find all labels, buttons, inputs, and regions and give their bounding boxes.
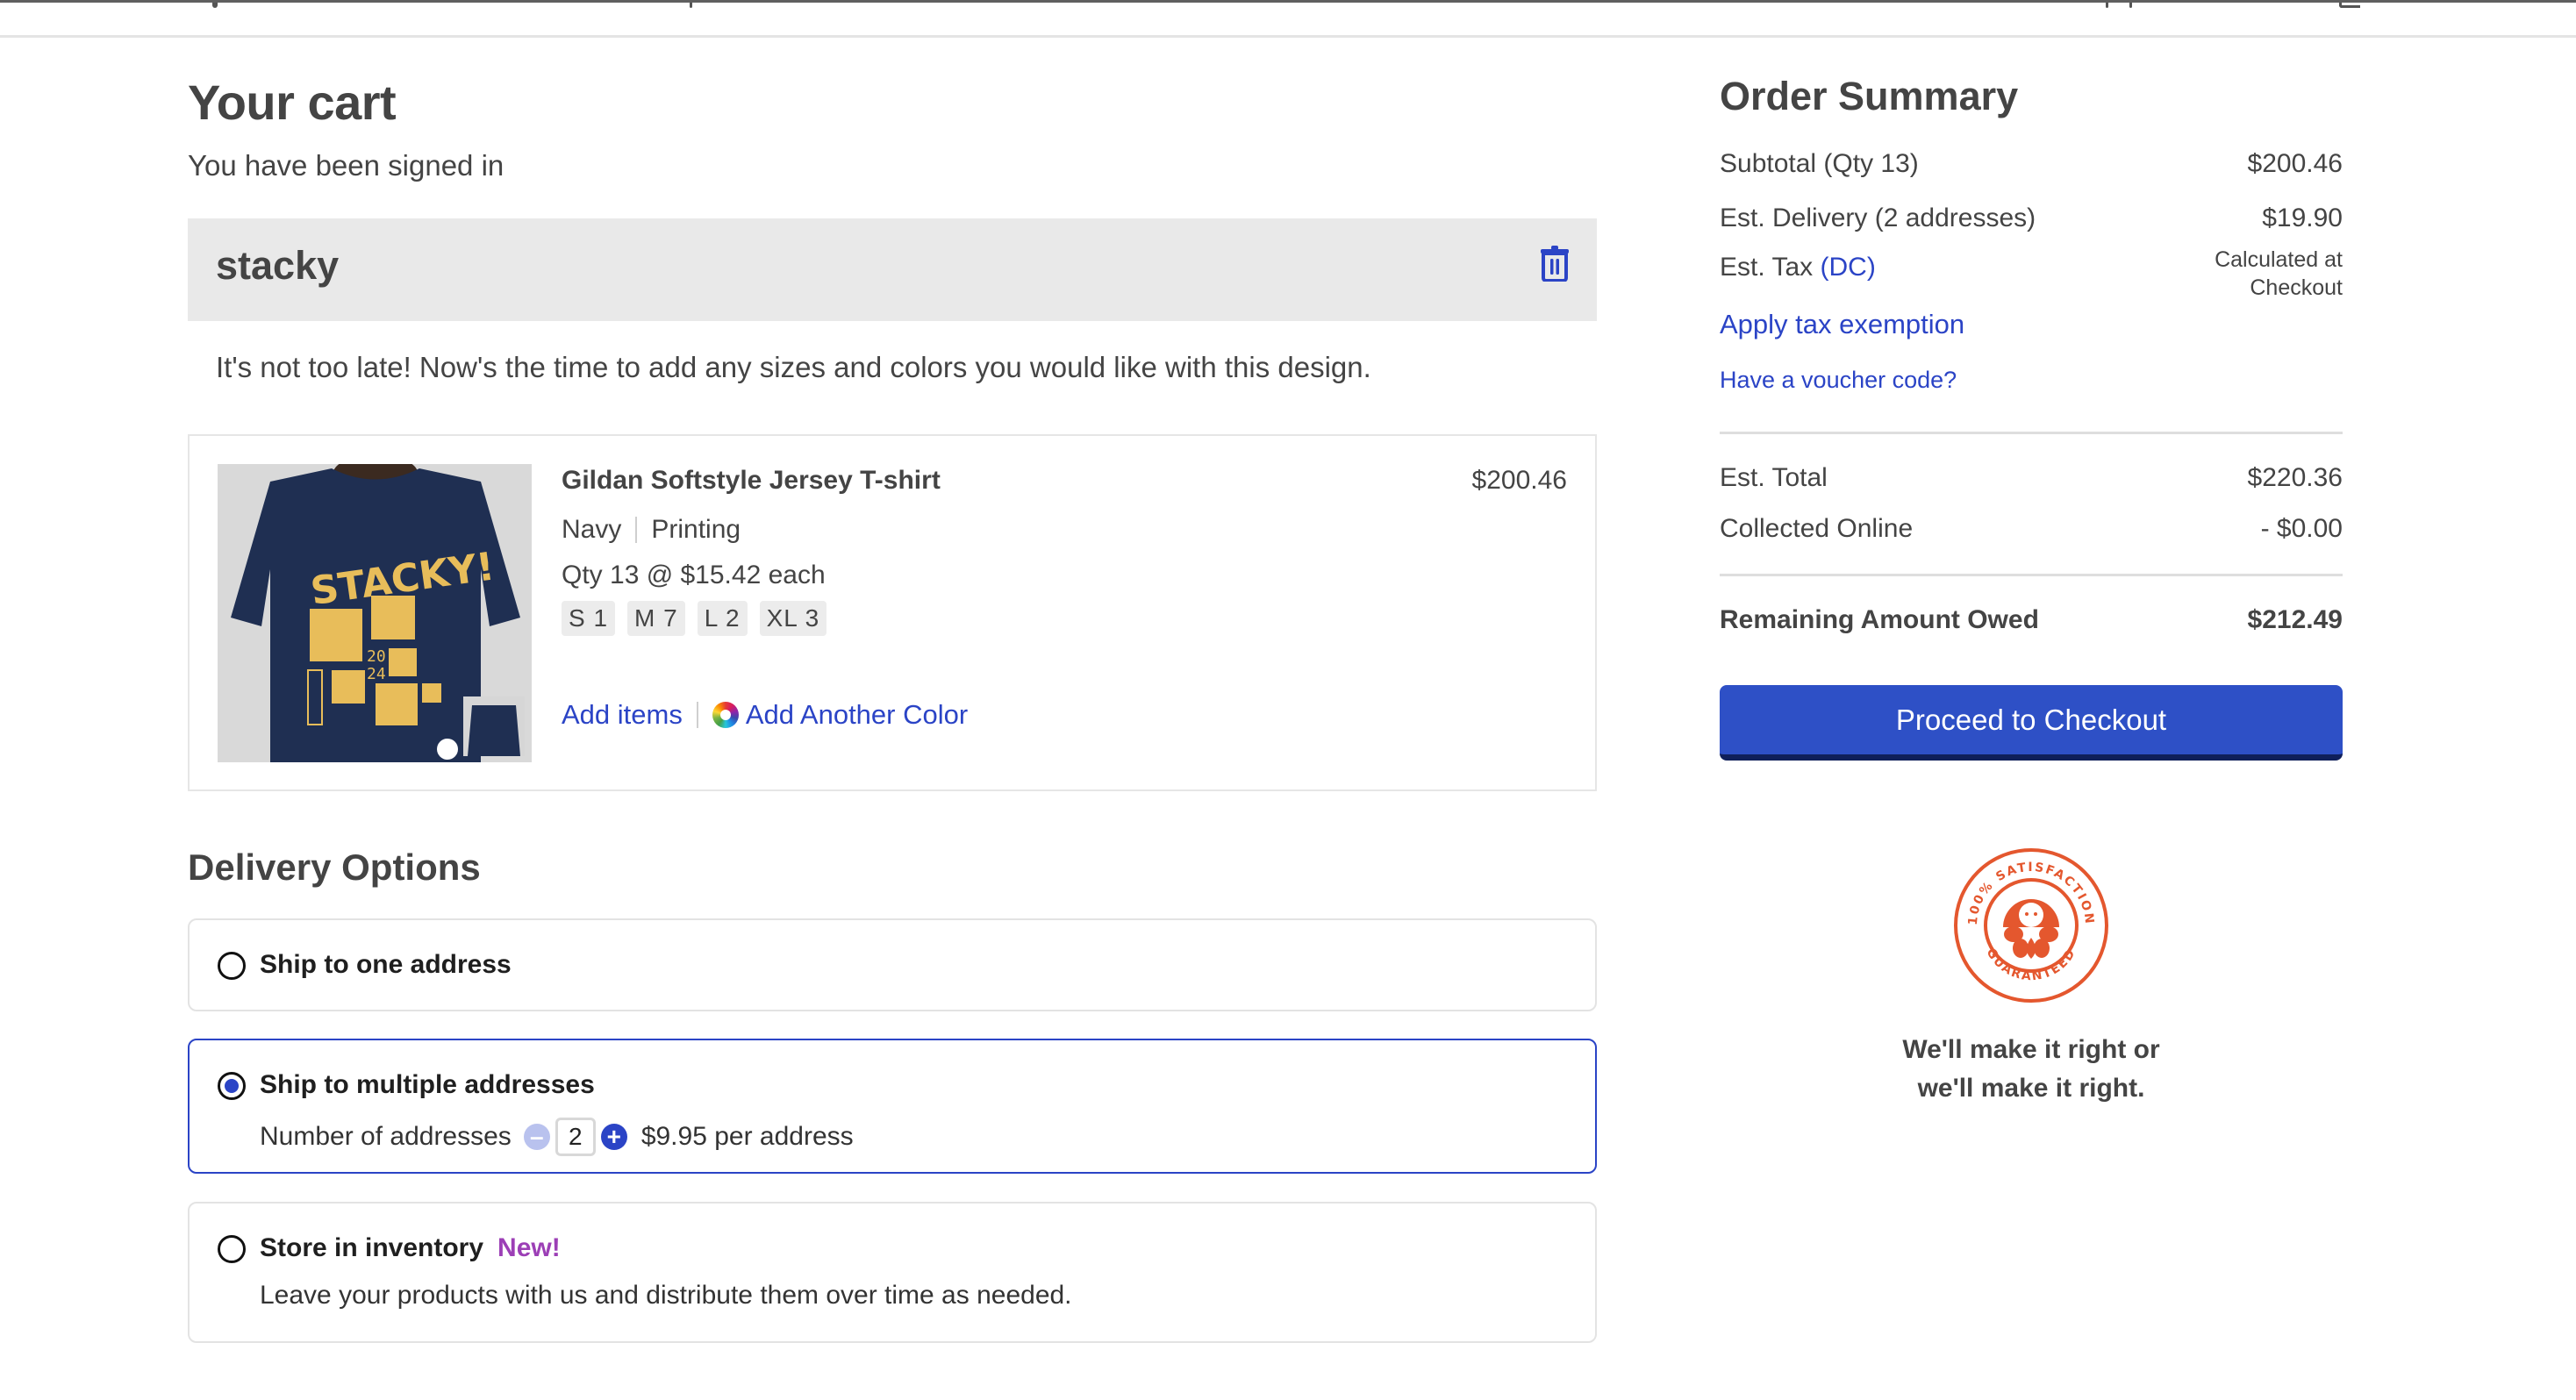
total-row: Est. Total $220.36 bbox=[1720, 463, 2343, 493]
collected-label: Collected Online bbox=[1720, 514, 1914, 543]
color-wheel-icon bbox=[712, 702, 739, 728]
collected-value: - $0.00 bbox=[2260, 514, 2343, 543]
header-text-fragment bbox=[2129, 3, 2132, 8]
tax-label: Est. Tax bbox=[1720, 253, 1814, 282]
option-label: Store in inventory New! bbox=[260, 1233, 561, 1263]
voucher-code-link[interactable]: Have a voucher code? bbox=[1720, 367, 1957, 394]
site-header-partial bbox=[0, 3, 2576, 35]
satisfaction-guarantee-badge: 100% SATISFACTION GUARANTEED bbox=[1952, 846, 2110, 1004]
tax-value-line: Calculated at bbox=[2215, 247, 2343, 272]
subtotal-label: Subtotal (Qty 13) bbox=[1720, 149, 1919, 178]
addresses-count-input[interactable]: 2 bbox=[555, 1118, 596, 1156]
product-price: $200.46 bbox=[1471, 466, 1567, 495]
collected-row: Collected Online - $0.00 bbox=[1720, 514, 2343, 544]
remaining-row: Remaining Amount Owed $212.49 bbox=[1720, 605, 2343, 635]
cart-icon[interactable] bbox=[2339, 3, 2360, 8]
radio-one-address[interactable] bbox=[218, 952, 246, 980]
header-text-fragment bbox=[690, 3, 692, 8]
header-divider bbox=[0, 35, 2576, 38]
radio-store-inventory[interactable] bbox=[218, 1235, 246, 1263]
voucher-row: Have a voucher code? bbox=[1720, 367, 2343, 394]
guarantee-line: we'll make it right. bbox=[1917, 1074, 2145, 1103]
summary-divider bbox=[1720, 432, 2343, 434]
size-breakdown: S 1 M 7 L 2 XL 3 bbox=[562, 601, 941, 636]
option-label: Ship to one address bbox=[260, 950, 512, 979]
option-label: Ship to multiple addresses bbox=[260, 1070, 595, 1099]
size-chip: XL 3 bbox=[759, 601, 827, 636]
order-summary: Order Summary Subtotal (Qty 13) $200.46 … bbox=[1720, 74, 2343, 761]
subtotal-value: $200.46 bbox=[2247, 149, 2343, 178]
tax-value: Calculated at Checkout bbox=[2215, 246, 2343, 302]
delivery-option-multiple-addresses[interactable]: Ship to multiple addresses Number of add… bbox=[188, 1039, 1597, 1174]
delivery-option-one-address[interactable]: Ship to one address bbox=[188, 918, 1597, 1011]
tax-region-link[interactable]: (DC) bbox=[1821, 253, 1876, 282]
delivery-label: Est. Delivery (2 addresses) bbox=[1720, 204, 2036, 232]
cart-item: STACKY! 20 24 Gildan Softstyle Jersey T-… bbox=[188, 434, 1597, 791]
addresses-label: Number of addresses bbox=[260, 1122, 512, 1151]
product-name: Gildan Softstyle Jersey T-shirt bbox=[562, 466, 941, 495]
link-separator bbox=[696, 702, 698, 728]
product-quantity: Qty 13 @ $15.42 each bbox=[562, 561, 826, 589]
apply-tax-exemption-link[interactable]: Apply tax exemption bbox=[1720, 309, 1964, 340]
tax-exemption-row: Apply tax exemption bbox=[1720, 309, 2343, 340]
signed-in-message: You have been signed in bbox=[188, 149, 504, 182]
svg-text:24: 24 bbox=[367, 665, 386, 683]
subtotal-row: Subtotal (Qty 13) $200.46 bbox=[1720, 149, 2343, 179]
proceed-to-checkout-button[interactable]: Proceed to Checkout bbox=[1720, 685, 2343, 761]
product-color: Navy bbox=[562, 515, 622, 544]
increment-addresses-button[interactable]: + bbox=[600, 1124, 627, 1150]
radio-multiple-addresses[interactable] bbox=[218, 1072, 246, 1100]
product-image[interactable]: STACKY! 20 24 bbox=[218, 464, 532, 762]
guarantee-line: We'll make it right or bbox=[1902, 1035, 2160, 1064]
delivery-value: $19.90 bbox=[2262, 204, 2343, 232]
header-text-fragment bbox=[2106, 3, 2108, 8]
add-items-link[interactable]: Add items bbox=[562, 699, 683, 731]
add-sizes-tip: It's not too late! Now's the time to add… bbox=[216, 351, 1371, 383]
size-chip: M 7 bbox=[627, 601, 685, 636]
delivery-row: Est. Delivery (2 addresses) $19.90 bbox=[1720, 204, 2343, 233]
decrement-addresses-button[interactable]: – bbox=[523, 1124, 550, 1150]
total-value: $220.36 bbox=[2247, 463, 2343, 492]
per-address-price: $9.95 per address bbox=[640, 1122, 854, 1151]
product-decoration: Printing bbox=[651, 515, 741, 544]
remaining-label: Remaining Amount Owed bbox=[1720, 605, 2039, 634]
tax-label-group: Est. Tax (DC) bbox=[1720, 253, 1876, 302]
new-badge: New! bbox=[497, 1233, 561, 1262]
tax-value-line: Checkout bbox=[2250, 275, 2343, 300]
header-text-fragment bbox=[212, 3, 218, 8]
address-count-row: Number of addresses – 2 + $9.95 per addr… bbox=[260, 1118, 854, 1156]
trash-icon[interactable] bbox=[1539, 245, 1571, 282]
option-label-text: Store in inventory bbox=[260, 1233, 484, 1262]
order-summary-title: Order Summary bbox=[1720, 74, 2019, 118]
page-title: Your cart bbox=[188, 75, 397, 130]
tax-row: Est. Tax (DC) Calculated at Checkout bbox=[1720, 247, 2343, 302]
product-info: Gildan Softstyle Jersey T-shirt Navy Pri… bbox=[562, 466, 941, 636]
meta-separator bbox=[635, 517, 638, 543]
add-another-color-link[interactable]: Add Another Color bbox=[746, 699, 968, 731]
product-actions: Add items Add Another Color bbox=[562, 699, 968, 731]
product-meta: Navy Printing bbox=[562, 515, 941, 545]
option-description: Leave your products with us and distribu… bbox=[260, 1281, 1072, 1310]
remaining-value: $212.49 bbox=[2247, 605, 2343, 634]
delivery-options-heading: Delivery Options bbox=[188, 846, 481, 888]
svg-text:20: 20 bbox=[367, 647, 386, 666]
total-label: Est. Total bbox=[1720, 463, 1828, 492]
design-header: stacky bbox=[188, 218, 1597, 321]
size-chip: S 1 bbox=[562, 601, 616, 636]
guarantee-message: We'll make it right or we'll make it rig… bbox=[1799, 1031, 2264, 1108]
summary-divider bbox=[1720, 574, 2343, 576]
design-name: stacky bbox=[216, 243, 340, 288]
delivery-option-store-inventory[interactable]: Store in inventory New! Leave your produc… bbox=[188, 1202, 1597, 1343]
size-chip: L 2 bbox=[697, 601, 748, 636]
